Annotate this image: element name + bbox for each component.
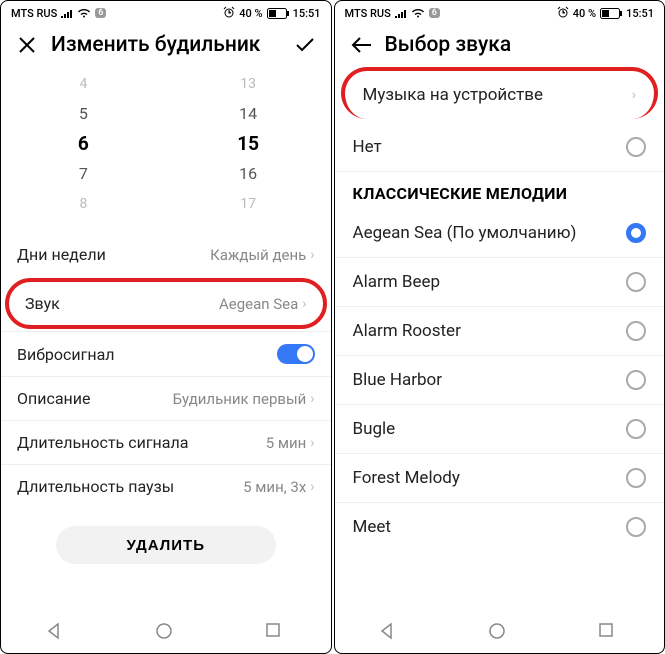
row-label: Звук — [25, 294, 60, 313]
header: Изменить будильник — [1, 25, 331, 63]
chevron-right-icon: › — [310, 435, 314, 451]
row-days[interactable]: Дни недели Каждый день› — [1, 233, 331, 276]
radio-unchecked[interactable] — [626, 419, 646, 439]
status-bar: MTS RUS 6 40 % 15:51 — [335, 1, 665, 25]
chevron-right-icon: › — [310, 391, 314, 407]
battery-icon — [600, 8, 622, 19]
back-icon[interactable] — [349, 33, 373, 57]
row-pause-length[interactable]: Длительность паузы 5 мин, 3x› — [1, 464, 331, 508]
hour-col[interactable]: 4 5 6 7 8 — [1, 69, 166, 233]
row-label: Описание — [17, 389, 91, 408]
signal-icon — [395, 8, 407, 18]
row-sound[interactable]: Звук Aegean Sea› — [5, 278, 327, 329]
phone-sound-select: MTS RUS 6 40 % 15:51 Выбор звука Музыка … — [334, 0, 665, 654]
radio-unchecked[interactable] — [626, 272, 646, 292]
clock-label: 15:51 — [293, 7, 321, 20]
row-label: Blue Harbor — [353, 370, 442, 390]
settings-list: Дни недели Каждый день› Звук Aegean Sea›… — [1, 233, 331, 508]
chevron-right-icon: › — [310, 247, 314, 263]
row-label: Forest Melody — [353, 468, 460, 488]
row-label: Дни недели — [17, 245, 106, 264]
row-none[interactable]: Нет — [335, 123, 665, 172]
chevron-right-icon: › — [632, 87, 636, 103]
carrier-label: MTS RUS — [345, 7, 391, 20]
row-label: Alarm Beep — [353, 272, 441, 292]
radio-unchecked[interactable] — [626, 468, 646, 488]
clock-label: 15:51 — [626, 7, 654, 20]
row-label: Вибросигнал — [17, 345, 115, 364]
alarm-icon — [223, 6, 235, 21]
close-icon[interactable] — [15, 33, 39, 57]
radio-checked[interactable] — [626, 223, 646, 243]
net-badge: 6 — [95, 8, 106, 18]
nav-back-icon[interactable] — [45, 622, 67, 644]
battery-icon — [267, 8, 289, 19]
toggle-on[interactable] — [277, 344, 315, 364]
wifi-icon — [411, 8, 425, 18]
alarm-icon — [557, 6, 569, 21]
chevron-right-icon: › — [310, 479, 314, 495]
nav-recent-icon[interactable] — [265, 622, 287, 644]
row-alarm-rooster[interactable]: Alarm Rooster — [335, 307, 665, 356]
chevron-right-icon: › — [302, 296, 306, 312]
row-device-music[interactable]: Музыка на устройстве › — [341, 67, 659, 119]
net-badge: 6 — [429, 8, 440, 18]
wifi-icon — [77, 8, 91, 18]
row-label: Bugle — [353, 419, 396, 439]
row-label: Meet — [353, 517, 391, 537]
nav-bar — [1, 613, 331, 653]
sound-list: Музыка на устройстве › Нет КЛАССИЧЕСКИЕ … — [335, 63, 665, 613]
battery-pct: 40 % — [573, 7, 596, 20]
row-alarm-beep[interactable]: Alarm Beep — [335, 258, 665, 307]
signal-icon — [61, 8, 73, 18]
row-meet[interactable]: Meet — [335, 503, 665, 551]
nav-bar — [335, 613, 665, 653]
row-label: Aegean Sea (По умолчанию) — [353, 223, 577, 243]
section-title: КЛАССИЧЕСКИЕ МЕЛОДИИ — [335, 172, 665, 209]
row-desc[interactable]: Описание Будильник первый› — [1, 376, 331, 420]
page-title: Изменить будильник — [51, 33, 281, 57]
nav-recent-icon[interactable] — [598, 622, 620, 644]
header: Выбор звука — [335, 25, 665, 63]
status-bar: MTS RUS 6 40 % 15:51 — [1, 1, 331, 25]
radio-unchecked[interactable] — [626, 370, 646, 390]
row-label: Длительность паузы — [17, 477, 174, 496]
row-aegean-sea[interactable]: Aegean Sea (По умолчанию) — [335, 209, 665, 258]
confirm-icon[interactable] — [293, 33, 317, 57]
row-label: Нет — [353, 137, 382, 157]
row-label: Alarm Rooster — [353, 321, 461, 341]
nav-home-icon[interactable] — [488, 622, 510, 644]
page-title: Выбор звука — [385, 33, 651, 57]
radio-unchecked[interactable] — [626, 137, 646, 157]
radio-unchecked[interactable] — [626, 517, 646, 537]
battery-pct: 40 % — [239, 7, 262, 20]
delete-button[interactable]: УДАЛИТЬ — [56, 526, 276, 564]
row-label: Длительность сигнала — [17, 433, 188, 452]
row-signal-length[interactable]: Длительность сигнала 5 мин› — [1, 420, 331, 464]
nav-back-icon[interactable] — [378, 622, 400, 644]
nav-home-icon[interactable] — [155, 622, 177, 644]
row-vibro[interactable]: Вибросигнал — [1, 331, 331, 376]
carrier-label: MTS RUS — [11, 7, 57, 20]
phone-edit-alarm: MTS RUS 6 40 % 15:51 Изменить будильник — [0, 0, 332, 654]
radio-unchecked[interactable] — [626, 321, 646, 341]
row-label: Музыка на устройстве — [363, 85, 544, 105]
minute-col[interactable]: 13 14 15 16 17 — [166, 69, 331, 233]
row-forest-melody[interactable]: Forest Melody — [335, 454, 665, 503]
time-picker[interactable]: 4 5 6 7 8 13 14 15 16 17 — [1, 63, 331, 233]
row-bugle[interactable]: Bugle — [335, 405, 665, 454]
row-blue-harbor[interactable]: Blue Harbor — [335, 356, 665, 405]
